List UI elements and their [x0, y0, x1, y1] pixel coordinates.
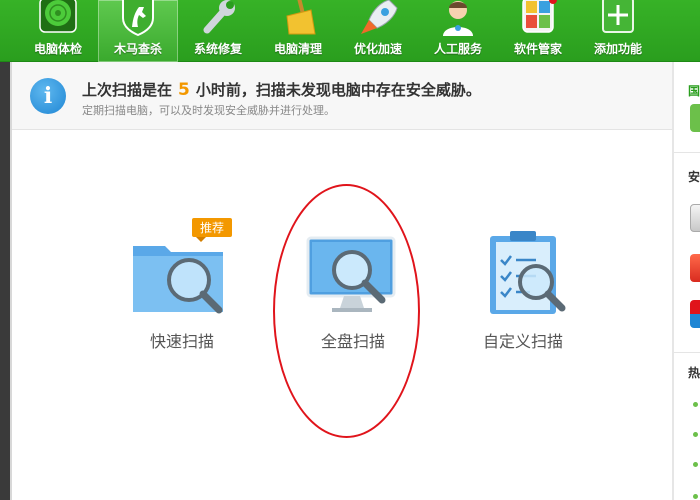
list-bullet — [693, 432, 698, 437]
right-panel-app-icon[interactable] — [690, 104, 700, 132]
right-panel-heading-3: 热 — [688, 366, 700, 380]
toolbar-item-label: 软件管家 — [513, 42, 562, 56]
left-frame-edge — [0, 62, 10, 500]
custom-scan-label: 自定义扫描 — [482, 332, 563, 351]
toolbar-item-label: 电脑体检 — [33, 42, 82, 56]
last-scan-hours: 5 — [178, 80, 190, 100]
toolbar-item-label: 电脑清理 — [273, 42, 322, 56]
broom-icon — [286, 0, 316, 35]
toolbar-item-add-feature[interactable]: 添加功能 — [578, 0, 658, 62]
right-panel-app-icon[interactable] — [690, 254, 700, 282]
full-scan-label: 全盘扫描 — [320, 332, 385, 351]
toolbar-item-cleanup[interactable]: 电脑清理 — [258, 0, 338, 62]
folder-magnifier-icon — [133, 246, 223, 314]
toolbar-item-label: 系统修复 — [193, 42, 242, 56]
plus-icon — [602, 0, 634, 33]
right-panel-app-icon[interactable] — [690, 300, 700, 328]
monitor-magnifier-icon — [306, 236, 396, 312]
toolbar-item-software[interactable]: 软件管家 — [498, 0, 578, 62]
clipboard-magnifier-icon — [490, 231, 566, 314]
app-window: 电脑体检 木马查杀 系统修复 电脑清理 优化加速 人工服务 软件管家 添加功能 … — [0, 0, 700, 500]
quick-scan-button[interactable]: 推荐 快速扫描 — [117, 218, 247, 366]
list-bullet — [693, 494, 698, 499]
toolbar-item-trojan-scan[interactable]: 木马查杀 — [98, 0, 178, 62]
toolbar-item-label: 木马查杀 — [113, 42, 162, 56]
toolbar-item-speedup[interactable]: 优化加速 — [338, 0, 418, 62]
right-panel-separator — [674, 352, 700, 353]
apps-icon — [522, 0, 557, 33]
right-panel-heading-2: 安 — [688, 170, 700, 184]
doctor-icon — [443, 1, 473, 36]
toolbar-item-checkup[interactable]: 电脑体检 — [18, 0, 98, 62]
scan-tip: 定期扫描电脑，可以及时发现安全威胁并进行处理。 — [82, 104, 335, 117]
right-side-panel: 国 安 热 — [674, 62, 700, 500]
scan-options-area: 推荐 快速扫描 全盘扫描 自定义扫描 — [12, 131, 672, 500]
custom-scan-button[interactable]: 自定义扫描 — [458, 226, 588, 366]
right-panel-separator — [674, 152, 700, 153]
full-scan-button[interactable]: 全盘扫描 — [288, 226, 418, 366]
recommended-badge: 推荐 — [192, 218, 233, 242]
horse-shield-icon — [122, 0, 154, 36]
toolbar-item-label: 添加功能 — [593, 42, 642, 56]
last-scan-prefix: 上次扫描是在 — [82, 81, 173, 99]
quick-scan-label: 快速扫描 — [149, 332, 214, 351]
last-scan-message: 上次扫描是在 5 小时前，扫描未发现电脑中存在安全威胁。 — [82, 79, 481, 100]
toolbar-item-label: 人工服务 — [433, 42, 482, 56]
toolbar-item-label: 优化加速 — [353, 42, 402, 56]
toolbar-item-service[interactable]: 人工服务 — [418, 0, 498, 62]
list-bullet — [693, 462, 698, 467]
wrench-icon — [203, 0, 235, 34]
rocket-icon — [361, 0, 398, 34]
main-toolbar: 电脑体检 木马查杀 系统修复 电脑清理 优化加速 人工服务 软件管家 添加功能 — [0, 0, 700, 62]
radar-icon — [39, 0, 77, 33]
toolbar-item-repair[interactable]: 系统修复 — [178, 0, 258, 62]
list-bullet — [693, 402, 698, 407]
right-panel-app-icon[interactable] — [690, 204, 700, 232]
right-panel-heading-1: 国 — [688, 84, 700, 98]
last-scan-suffix: 小时前，扫描未发现电脑中存在安全威胁。 — [195, 81, 481, 99]
info-icon: i — [30, 78, 66, 114]
scan-status-banner: i 上次扫描是在 5 小时前，扫描未发现电脑中存在安全威胁。 定期扫描电脑，可以及时… — [12, 62, 672, 130]
